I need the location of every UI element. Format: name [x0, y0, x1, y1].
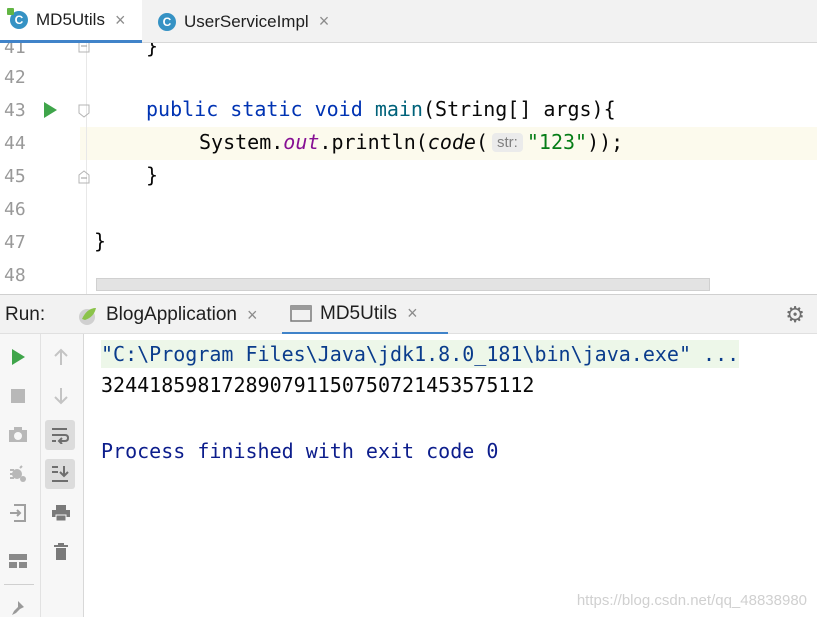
line-number: 42 [4, 67, 26, 88]
parameter-hint: str: [492, 133, 523, 152]
watermark: https://blog.csdn.net/qq_48838980 [576, 592, 807, 609]
run-tab-blogapplication[interactable]: BlogApplication × [68, 295, 266, 335]
exit-icon[interactable] [3, 498, 33, 528]
gutter-divider [86, 43, 87, 294]
line-number: 46 [4, 199, 26, 220]
keyword: static [230, 97, 303, 121]
code-text: (String[] args){ [422, 97, 616, 121]
tab-label: MD5Utils [36, 10, 105, 29]
code-line-45: } [146, 163, 159, 187]
arrow-up-icon[interactable] [46, 342, 76, 372]
arrow-down-icon[interactable] [46, 381, 76, 411]
code-text: System. [199, 130, 284, 154]
console-icon [290, 304, 312, 322]
fold-start-icon[interactable] [78, 104, 90, 118]
string-literal: "123" [526, 130, 588, 154]
tab-md5utils[interactable]: C MD5Utils × [0, 0, 142, 43]
print-icon[interactable] [46, 498, 76, 528]
fold-end-icon[interactable] [78, 43, 90, 53]
horizontal-scrollbar[interactable] [96, 278, 710, 291]
trash-icon[interactable] [46, 537, 76, 567]
class-icon: C [7, 8, 28, 29]
console-output-line: 324418598172890791150750721453575112 [101, 373, 535, 397]
code-text: ( [475, 130, 489, 154]
close-icon[interactable]: × [319, 11, 330, 32]
code-line-47: } [94, 229, 107, 253]
line-number: 44 [4, 133, 26, 154]
stop-icon[interactable] [3, 381, 33, 411]
toolbar-separator [4, 584, 34, 585]
method-call: code [427, 130, 476, 154]
tab-label: MD5Utils [320, 302, 398, 324]
line-number: 47 [4, 232, 26, 253]
run-gutter-icon[interactable] [44, 102, 57, 118]
run-tool-header: Run: BlogApplication × MD5Utils × ⚙ [0, 294, 817, 335]
code-line-43: public static void main(String[] args){ [146, 97, 616, 121]
console-exit-message: Process finished with exit code 0 [101, 439, 499, 463]
console-command-line: "C:\Program Files\Java\jdk1.8.0_181\bin\… [101, 340, 740, 368]
scroll-to-end-icon[interactable] [45, 459, 75, 489]
run-label: Run: [5, 304, 46, 325]
line-number: 41 [4, 43, 26, 58]
settings-bug-icon[interactable] [3, 459, 33, 489]
pin-icon[interactable] [3, 594, 33, 624]
run-toolbar [0, 334, 84, 617]
tab-label: BlogApplication [106, 304, 237, 325]
class-icon: C [158, 12, 176, 31]
toolbar-divider [40, 334, 41, 617]
code-editor[interactable]: 41 42 43 44 45 46 47 48 } public static … [0, 43, 817, 294]
keyword: public [146, 97, 219, 121]
code-line-44: System.out.println(code(str: "123")); [199, 130, 623, 154]
close-icon[interactable]: × [115, 10, 126, 31]
spring-boot-icon [79, 308, 96, 325]
line-number: 48 [4, 265, 26, 286]
code-text: .println( [319, 130, 428, 154]
field-name: out [283, 130, 320, 154]
console-output[interactable]: "C:\Program Files\Java\jdk1.8.0_181\bin\… [84, 334, 817, 617]
camera-icon[interactable] [3, 420, 33, 450]
line-number: 45 [4, 166, 26, 187]
keyword: void [314, 97, 363, 121]
gear-icon[interactable]: ⚙ [785, 303, 805, 328]
run-icon[interactable] [3, 342, 33, 372]
method-name: main [374, 97, 423, 121]
tab-label: UserServiceImpl [184, 11, 309, 31]
line-number: 43 [4, 100, 26, 121]
editor-tab-bar: C MD5Utils × C UserServiceImpl × [0, 0, 817, 43]
code-line-41: } [146, 43, 159, 58]
layout-icon[interactable] [3, 546, 33, 576]
tab-userserviceimpl[interactable]: C UserServiceImpl × [148, 0, 339, 43]
fold-end-icon[interactable] [78, 170, 90, 184]
close-icon[interactable]: × [407, 303, 418, 324]
close-icon[interactable]: × [247, 305, 258, 326]
soft-wrap-icon[interactable] [45, 420, 75, 450]
run-tab-md5utils[interactable]: MD5Utils × [282, 295, 448, 335]
code-text: )); [587, 130, 624, 154]
